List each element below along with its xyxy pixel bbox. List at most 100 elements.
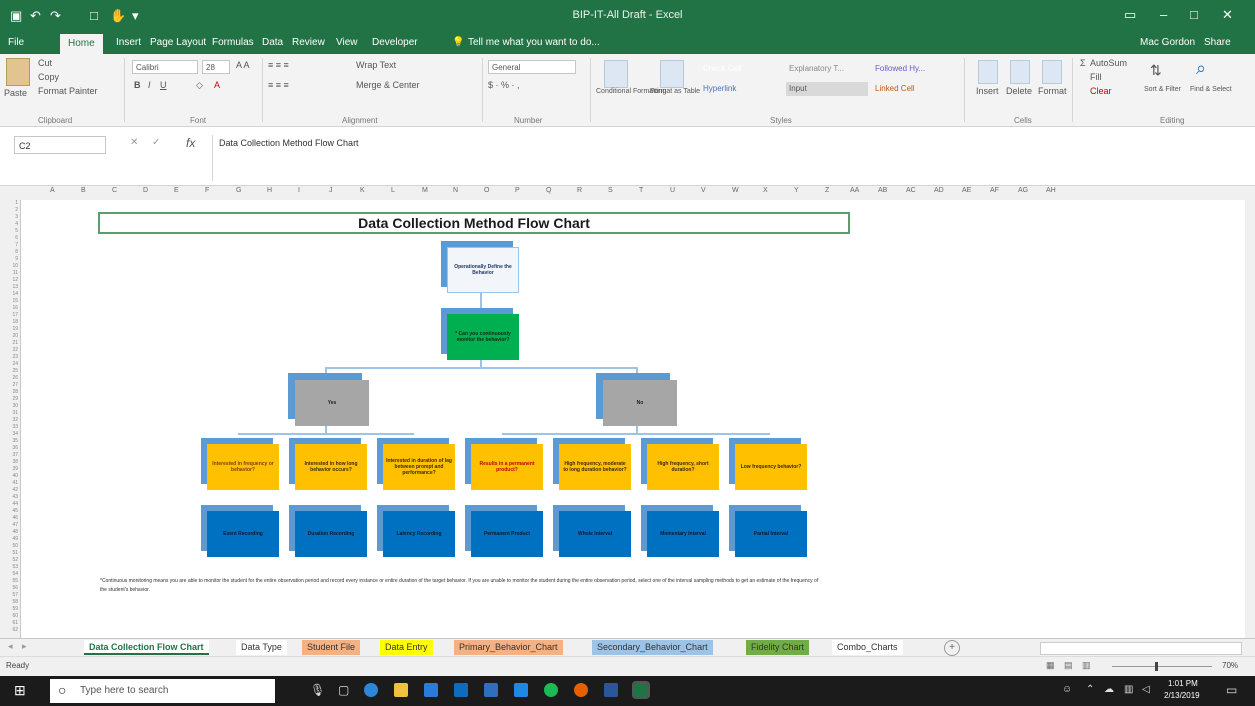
row-header[interactable]: 48 [0,529,18,535]
style-linked-cell[interactable]: Linked Cell [872,82,954,96]
column-header[interactable]: I [298,187,300,194]
row-header[interactable]: 13 [0,284,18,290]
column-header[interactable]: C [112,187,117,194]
row-header[interactable]: 11 [0,270,18,276]
font-size-select[interactable]: 28 [202,60,230,74]
network-icon[interactable]: ▥ [1124,684,1133,695]
format-painter-button[interactable]: Format Painter [38,86,98,96]
row-header[interactable]: 42 [0,487,18,493]
row-header[interactable]: 53 [0,564,18,570]
number-format-select[interactable]: General [488,60,576,74]
style-followed-hyperlink[interactable]: Followed Hy... [872,62,954,76]
row-header[interactable]: 27 [0,382,18,388]
sheet-tab-fidelity[interactable]: Fidelity Chart [746,640,810,655]
row-header[interactable]: 30 [0,403,18,409]
excel-icon[interactable] [632,681,650,699]
column-header[interactable]: AA [850,187,859,194]
column-header[interactable]: L [391,187,395,194]
row-header[interactable]: 22 [0,347,18,353]
normal-view-icon[interactable]: ▦ [1046,660,1055,671]
column-header[interactable]: T [639,187,643,194]
column-header[interactable]: AH [1046,187,1056,194]
formula-input[interactable]: Data Collection Method Flow Chart [212,135,1252,181]
copy-button[interactable]: Copy [38,72,59,82]
row-header[interactable]: 61 [0,620,18,626]
row-header[interactable]: 52 [0,557,18,563]
column-header[interactable]: AD [934,187,944,194]
row-header[interactable]: 35 [0,438,18,444]
row-header[interactable]: 21 [0,340,18,346]
delete-cells-button[interactable]: Delete [1006,86,1032,96]
row-header[interactable]: 15 [0,298,18,304]
close-icon[interactable]: ✕ [1222,7,1233,23]
style-explanatory[interactable]: Explanatory T... [786,62,868,76]
row-header[interactable]: 19 [0,326,18,332]
page-break-icon[interactable]: ▥ [1082,660,1091,671]
row-header[interactable]: 24 [0,361,18,367]
page-layout-icon[interactable]: ▤ [1064,660,1073,671]
clock-time[interactable]: 1:01 PM [1168,679,1198,688]
row-header[interactable]: 56 [0,585,18,591]
tray-chevron-icon[interactable]: ⌃ [1086,684,1094,695]
tab-home[interactable]: Home [60,34,103,54]
column-header[interactable]: R [577,187,582,194]
row-header[interactable]: 23 [0,354,18,360]
find-icon[interactable]: ⌕ [1196,58,1206,79]
underline-icon[interactable]: U [160,80,167,90]
font-grow-icon[interactable]: A A [236,60,250,70]
cancel-entry-icon[interactable]: ✕ [130,137,138,148]
tab-file[interactable]: File [8,37,24,48]
row-header[interactable]: 40 [0,473,18,479]
windows-start-icon[interactable]: ⊞ [14,682,26,699]
tab-view[interactable]: View [336,37,358,48]
row-header[interactable]: 31 [0,410,18,416]
row-header[interactable]: 18 [0,319,18,325]
column-header[interactable]: O [484,187,489,194]
row-header[interactable]: 29 [0,396,18,402]
tab-data[interactable]: Data [262,37,283,48]
column-header[interactable]: N [453,187,458,194]
row-header[interactable]: 1 [0,200,18,206]
insert-function-icon[interactable]: fx [186,136,195,150]
column-header[interactable]: S [608,187,613,194]
chart-title-cell[interactable]: Data Collection Method Flow Chart [98,212,850,234]
tab-review[interactable]: Review [292,37,325,48]
column-header[interactable]: U [670,187,675,194]
column-header[interactable]: W [732,187,739,194]
format-as-table-button[interactable]: Format as Table [650,88,700,95]
row-header[interactable]: 38 [0,459,18,465]
column-header[interactable]: P [515,187,520,194]
column-header[interactable]: F [205,187,209,194]
row-header[interactable]: 7 [0,242,18,248]
add-sheet-icon[interactable]: + [944,640,960,656]
column-header[interactable]: A [50,187,55,194]
row-header[interactable]: 36 [0,445,18,451]
spotify-icon[interactable] [544,683,558,697]
bold-icon[interactable]: B [134,80,141,90]
style-hyperlink[interactable]: Hyperlink [700,82,782,96]
tab-insert[interactable]: Insert [116,37,141,48]
confirm-entry-icon[interactable]: ✓ [152,137,160,148]
row-header[interactable]: 16 [0,305,18,311]
column-header[interactable]: AC [906,187,916,194]
column-header[interactable]: AB [878,187,887,194]
microphone-icon[interactable]: 🎙 [310,683,325,697]
action-center-icon[interactable]: ▭ [1226,683,1237,697]
vertical-scrollbar[interactable] [1245,200,1255,638]
row-header[interactable]: 10 [0,263,18,269]
currency-icon[interactable]: $ · % · , [488,80,520,90]
row-header[interactable]: 39 [0,466,18,472]
store-icon[interactable] [424,683,438,697]
insert-cells-button[interactable]: Insert [976,86,999,96]
edge-icon[interactable] [364,683,378,697]
sheet-tab-combo[interactable]: Combo_Charts [832,640,903,655]
align-left-icon[interactable]: ≡ ≡ ≡ [268,80,289,90]
tab-formulas[interactable]: Formulas [212,37,254,48]
format-as-table-icon[interactable] [660,60,684,88]
row-header[interactable]: 8 [0,249,18,255]
column-header[interactable]: H [267,187,272,194]
outlook-icon[interactable] [454,683,468,697]
row-header[interactable]: 4 [0,221,18,227]
taskbar-search-input[interactable]: Type here to search [50,679,275,703]
maximize-icon[interactable]: □ [1190,7,1198,22]
